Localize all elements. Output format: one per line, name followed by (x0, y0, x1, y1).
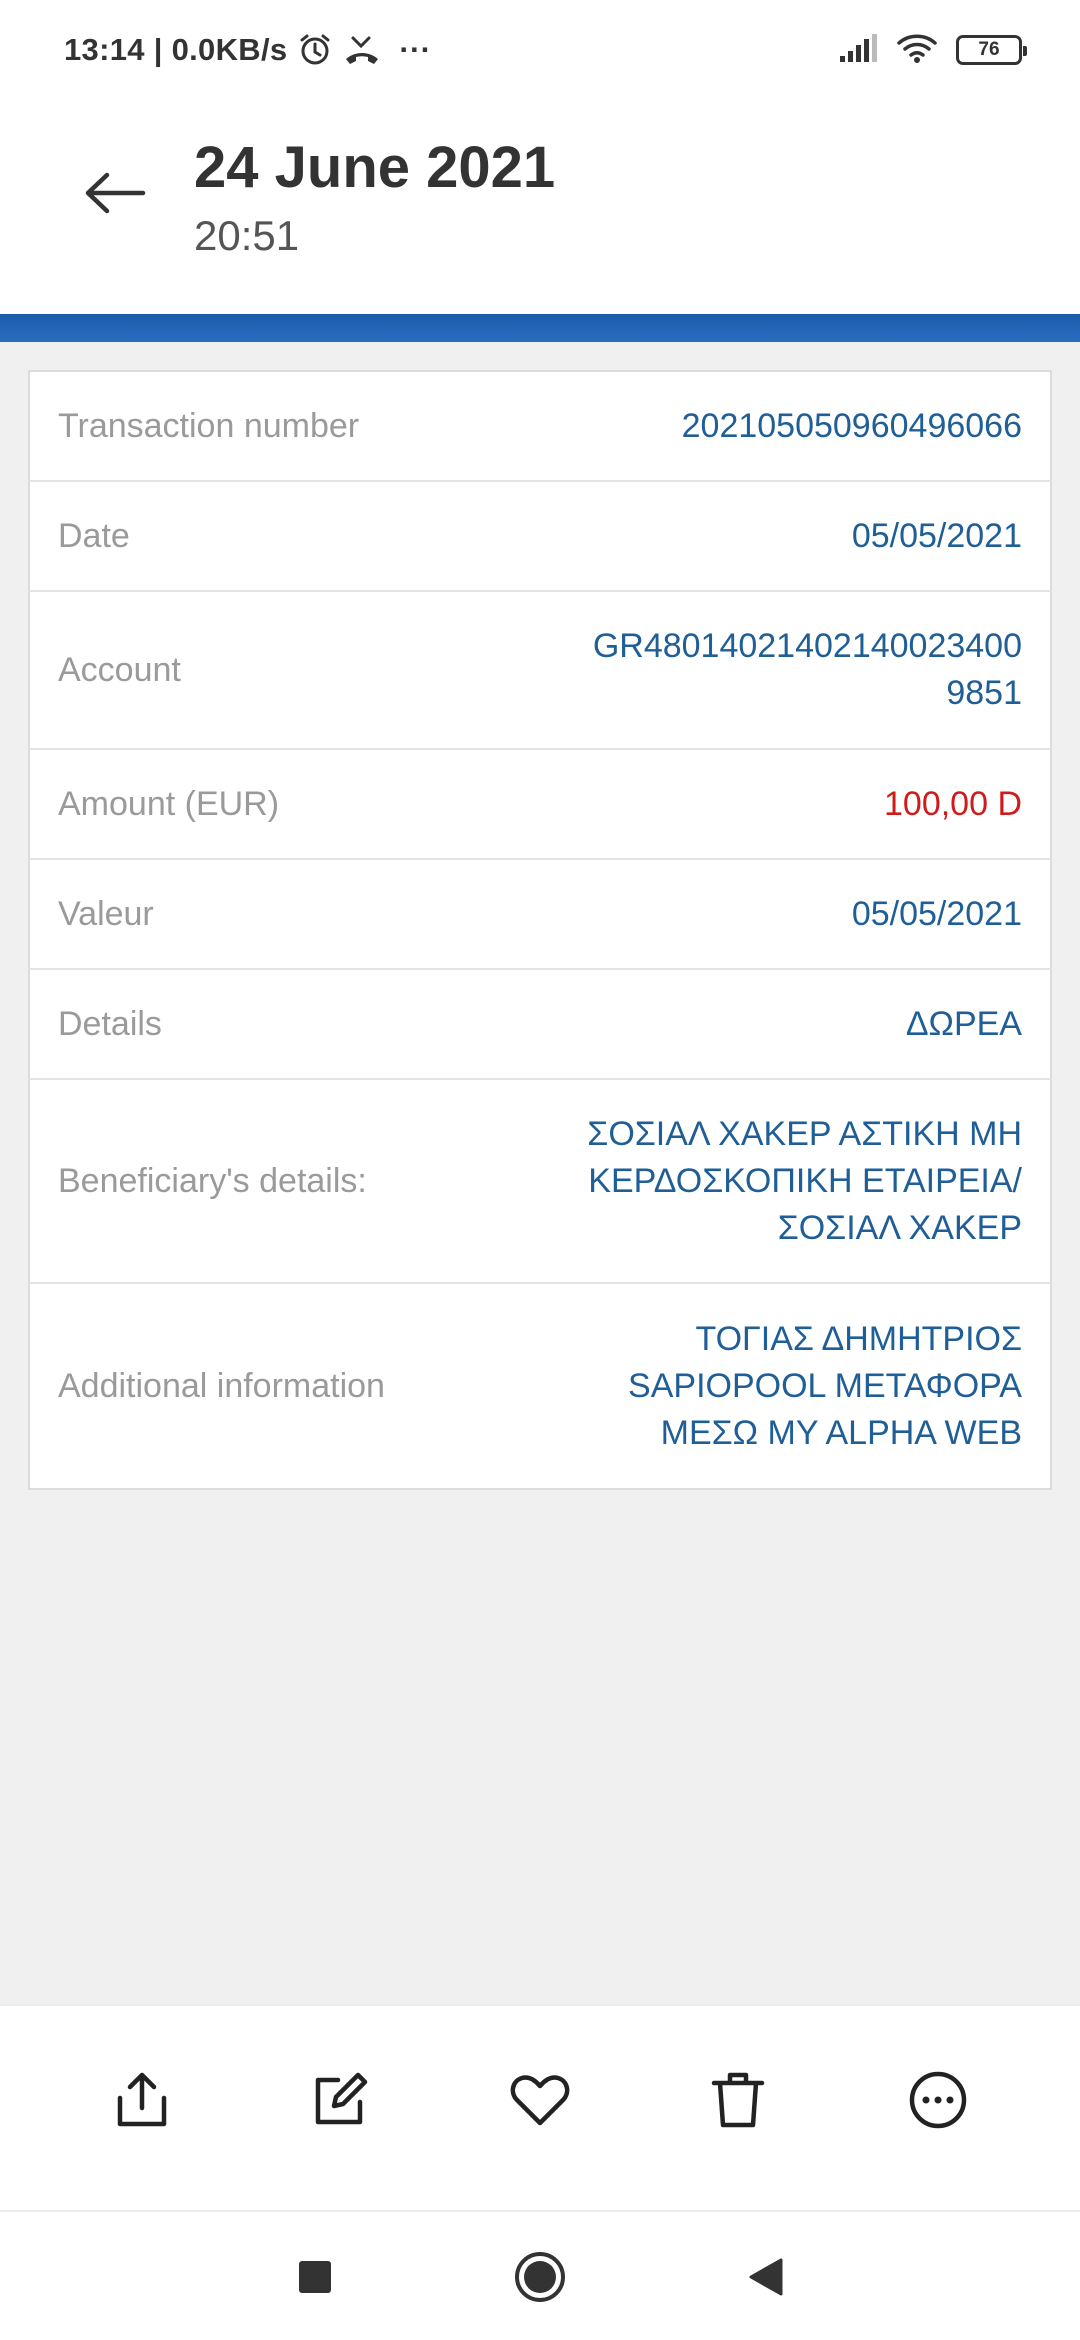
edit-button[interactable] (290, 2050, 390, 2150)
edit-icon (315, 2072, 368, 2125)
recents-square-icon (299, 2261, 331, 2293)
more-button[interactable] (888, 2050, 988, 2150)
detail-value-line: ΣΟΣΙΑΛ ΧΑΚΕΡ (777, 1208, 1022, 1247)
detail-value-line: 100,00 D (884, 784, 1022, 823)
detail-row-amount: Amount (EUR) 100,00 D (30, 750, 1050, 860)
detail-value-amount: 100,00 D (884, 781, 1022, 828)
detail-value-line: SAPIOPOOL ΜΕΤΑΦΟΡΑ (628, 1366, 1022, 1405)
arrow-left-icon (85, 172, 146, 214)
detail-row-additional-info: Additional information ΤΟΓΙΑΣ ΔΗΜΗΤΡΙΟΣ … (30, 1284, 1050, 1488)
detail-label: Account (58, 650, 181, 689)
detail-value: ΔΩΡΕΑ (906, 1001, 1022, 1048)
favorite-button[interactable] (490, 2050, 590, 2150)
detail-value-line: GR48014021402140023400 (592, 627, 1022, 665)
home-button[interactable] (505, 2242, 575, 2312)
share-icon (117, 2072, 167, 2127)
share-button[interactable] (92, 2050, 192, 2150)
detail-label: Additional information (58, 1366, 385, 1405)
transaction-details-card: Transaction number 202105050960496066 Da… (28, 370, 1052, 1490)
bottom-toolbar (0, 2004, 1080, 2210)
detail-row-details: Details ΔΩΡΕΑ (30, 970, 1050, 1080)
page-subtitle: 20:51 (194, 212, 300, 259)
detail-row-transaction-number: Transaction number 202105050960496066 (30, 372, 1050, 482)
detail-value: GR48014021402140023400 9851 (593, 623, 1022, 717)
wifi-icon (896, 32, 938, 69)
detail-row-date: Date 05/05/2021 (30, 482, 1050, 592)
detail-value-line: ΜΕΣΩ MY ALPHA WEB (660, 1413, 1022, 1452)
detail-label: Valeur (58, 894, 154, 933)
detail-value: 05/05/2021 (852, 891, 1022, 938)
detail-label: Transaction number (58, 406, 360, 445)
detail-value-line: 05/05/2021 (851, 516, 1022, 555)
status-bar: 13:14 | 0.0KB/s ··· 76 (0, 0, 1080, 96)
detail-label: Amount (EUR) (58, 784, 280, 823)
detail-value: 202105050960496066 (682, 403, 1022, 450)
detail-label: Date (58, 516, 130, 555)
status-overflow-dots: ··· (399, 32, 432, 67)
cellular-signal-icon (838, 32, 878, 69)
detail-value-line: ΔΩΡΕΑ (905, 1004, 1022, 1043)
detail-value-line: 202105050960496066 (681, 406, 1022, 445)
home-circle-icon (515, 2252, 565, 2302)
detail-value-line: ΤΟΓΙΑΣ ΔΗΜΗΤΡΙΟΣ (695, 1319, 1022, 1358)
back-button[interactable] (70, 158, 160, 228)
detail-row-account: Account GR48014021402140023400 9851 (30, 592, 1050, 750)
detail-value-line: 9851 (946, 674, 1022, 712)
detail-value: 05/05/2021 (852, 513, 1022, 560)
detail-row-beneficiary: Beneficiary's details: ΣΟΣΙΑΛ ΧΑΚΕΡ ΑΣΤΙ… (30, 1080, 1050, 1284)
delete-button[interactable] (688, 2050, 788, 2150)
back-triangle-icon (749, 2258, 783, 2296)
detail-value: ΣΟΣΙΑΛ ΧΑΚΕΡ ΑΣΤΙΚΗ ΜΗ ΚΕΡΔΟΣΚΟΠΙΚΗ ΕΤΑΙ… (587, 1111, 1022, 1252)
detail-value-line: ΣΟΣΙΑΛ ΧΑΚΕΡ ΑΣΤΙΚΗ ΜΗ (587, 1114, 1022, 1153)
detail-row-valeur: Valeur 05/05/2021 (30, 860, 1050, 970)
delete-icon (711, 2072, 765, 2128)
favorite-icon (510, 2075, 570, 2126)
system-nav-bar (0, 2210, 1080, 2340)
detail-value-line: ΚΕΡΔΟΣΚΟΠΙΚΗ ΕΤΑΙΡΕΙΑ/ (588, 1161, 1022, 1200)
recents-button[interactable] (280, 2242, 350, 2312)
more-icon (909, 2071, 967, 2129)
detail-value: ΤΟΓΙΑΣ ΔΗΜΗΤΡΙΟΣ SAPIOPOOL ΜΕΤΑΦΟΡΑ ΜΕΣΩ… (628, 1316, 1022, 1457)
missed-call-icon (343, 32, 381, 68)
battery-level: 76 (978, 39, 1000, 60)
battery-indicator: 76 (956, 35, 1027, 65)
detail-label: Details (58, 1004, 162, 1043)
page-title: 24 June 2021 (194, 135, 556, 200)
alarm-icon (297, 32, 333, 68)
status-right: 76 (838, 28, 1027, 72)
detail-value-line: 05/05/2021 (851, 894, 1022, 933)
status-time-speed: 13:14 | 0.0KB/s (64, 32, 288, 67)
nav-back-button[interactable] (730, 2242, 800, 2312)
detail-label: Beneficiary's details: (58, 1161, 367, 1200)
header: 24 June 2021 20:51 (0, 96, 1080, 314)
status-left: 13:14 | 0.0KB/s ··· (64, 28, 431, 72)
header-accent-strip (0, 314, 1080, 342)
